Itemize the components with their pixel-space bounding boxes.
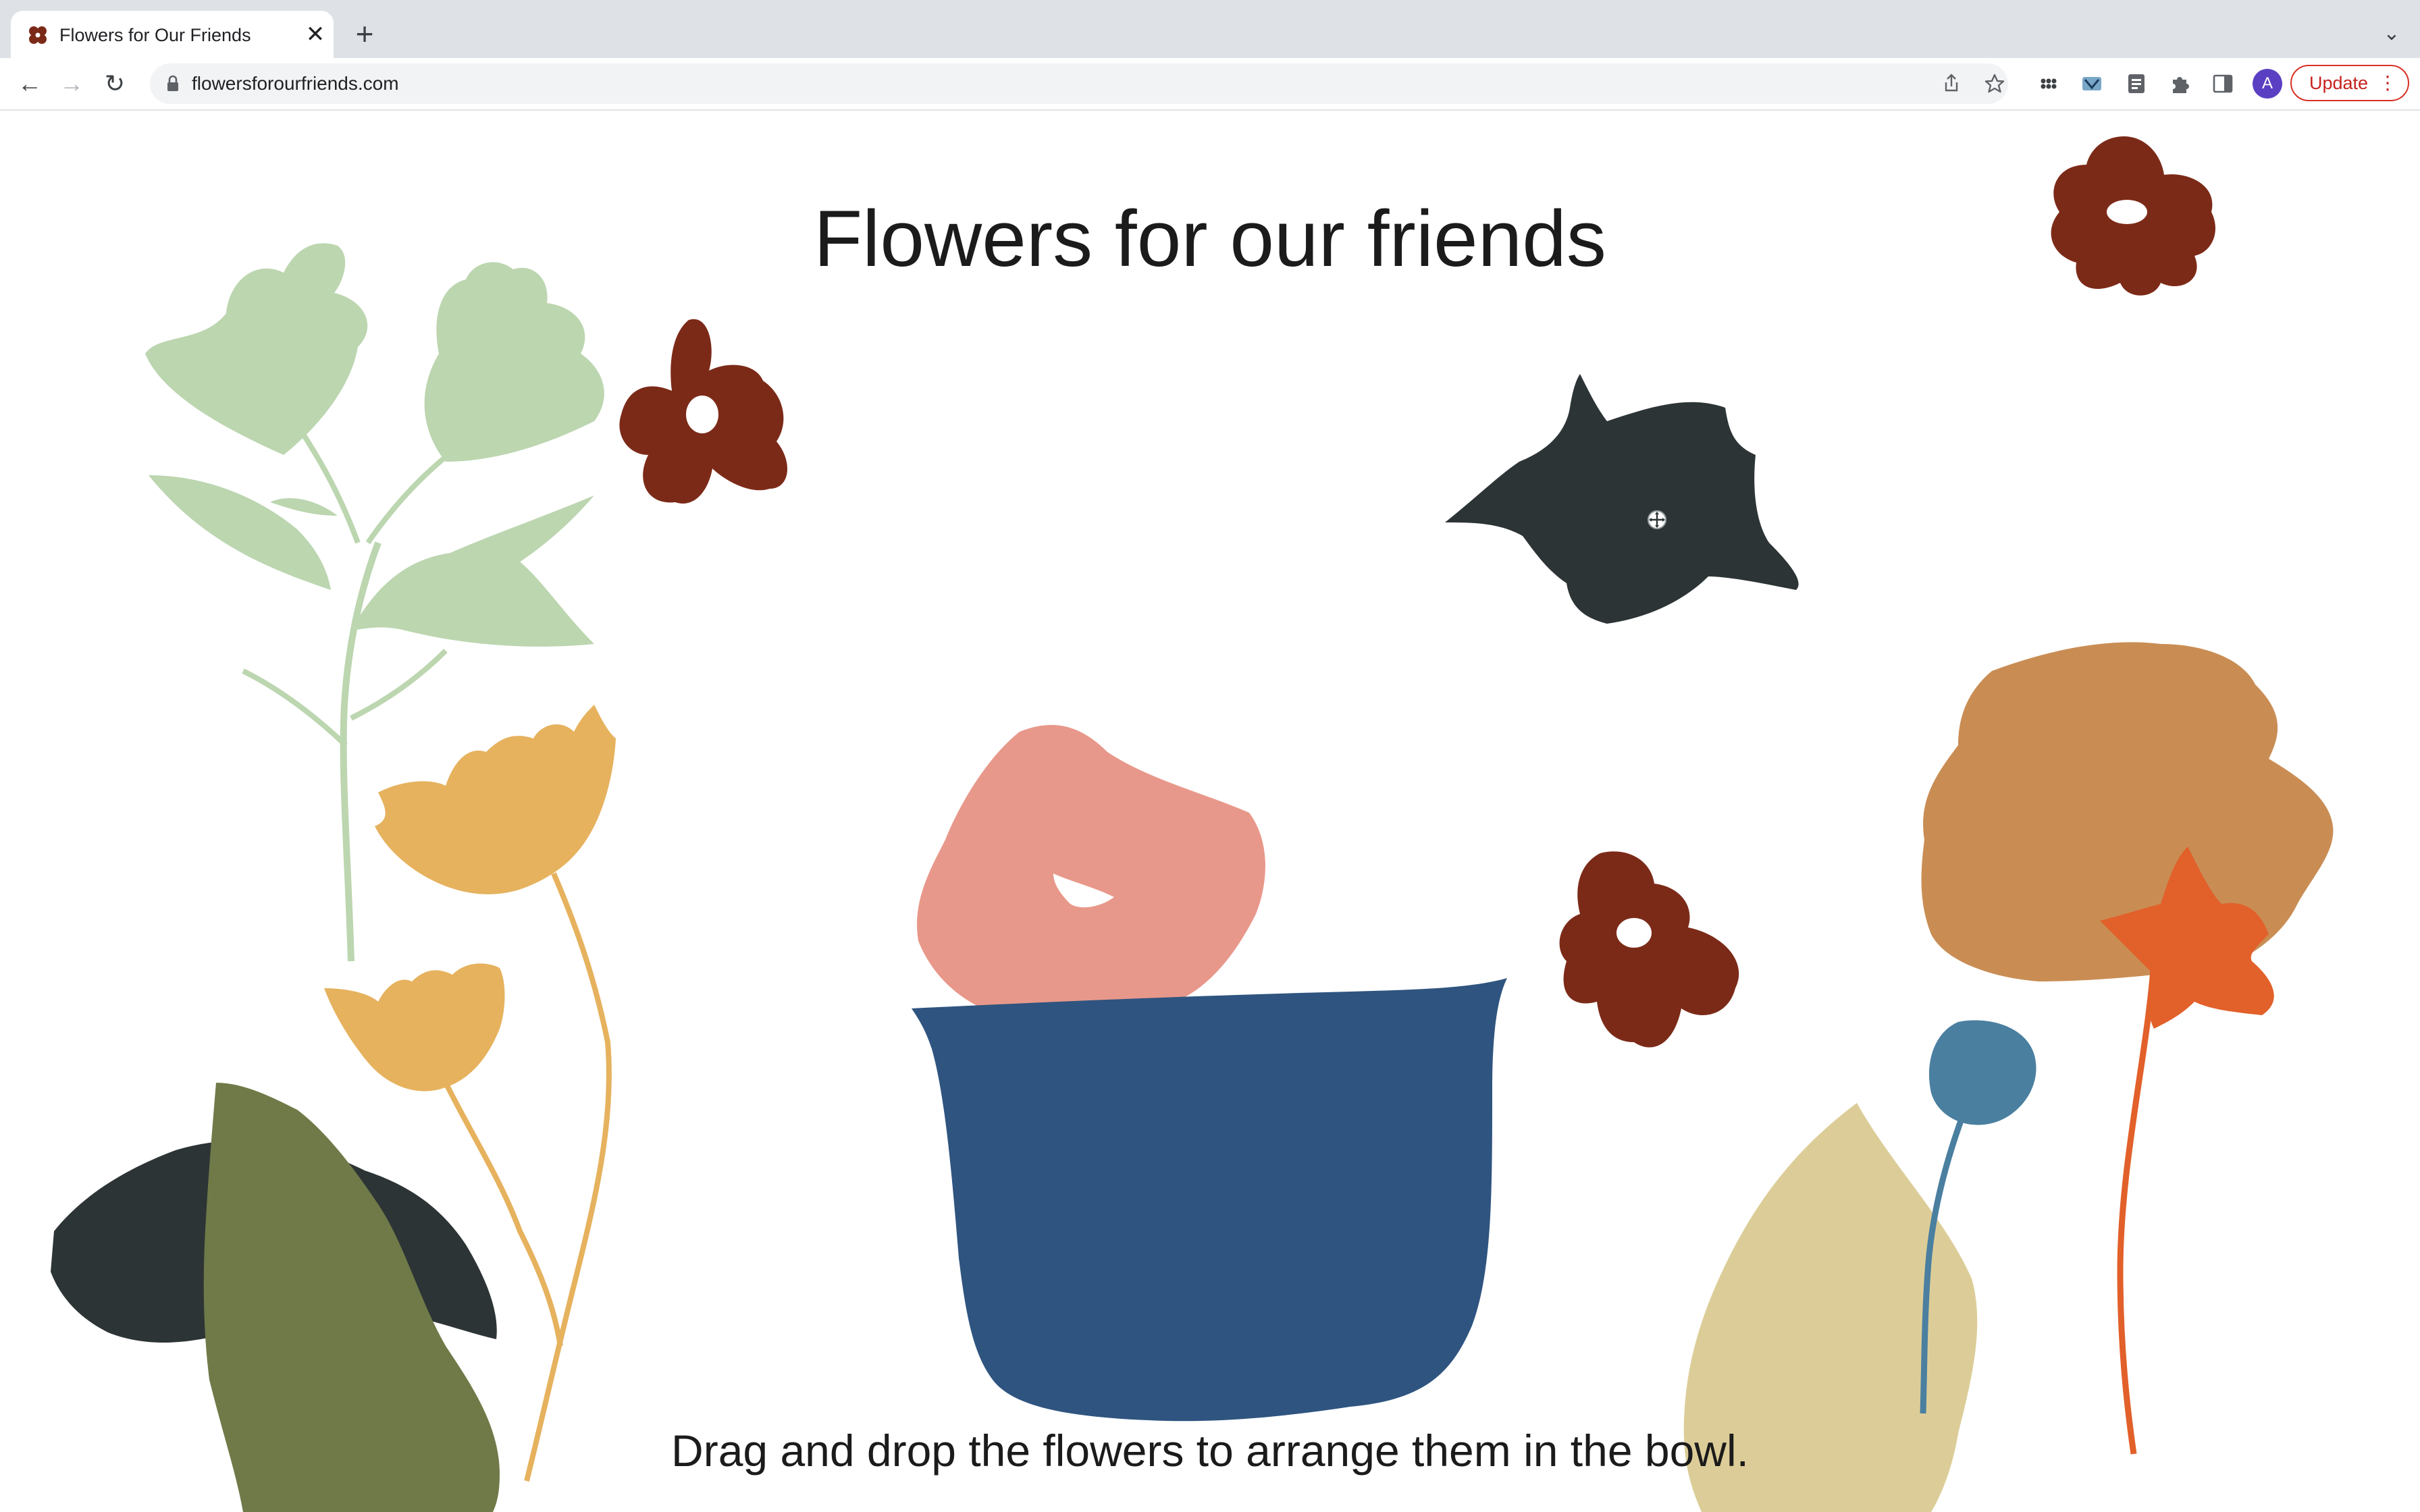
tab-title: Flowers for Our Friends bbox=[59, 25, 251, 45]
new-tab-button[interactable]: + bbox=[350, 18, 379, 49]
tab-search-chevron-icon[interactable]: ⌄ bbox=[2378, 20, 2405, 47]
charcoal-flower-top[interactable] bbox=[1445, 374, 1799, 624]
update-label: Update bbox=[2309, 73, 2369, 93]
flower-arrangement-canvas bbox=[51, 136, 2334, 1512]
peach-flower[interactable] bbox=[917, 725, 1265, 1015]
browser-tab[interactable]: Flowers for Our Friends ✕ bbox=[11, 11, 334, 58]
update-button[interactable]: Update ⋮ bbox=[2290, 65, 2409, 101]
orange-flower[interactable] bbox=[2100, 846, 2274, 1455]
address-bar[interactable]: flowersforourfriends.com bbox=[150, 63, 2008, 104]
extensions-puzzle-icon[interactable] bbox=[2167, 72, 2192, 96]
profile-avatar[interactable]: A bbox=[2253, 69, 2282, 99]
extension-dots-icon[interactable] bbox=[2036, 72, 2061, 96]
close-tab-icon[interactable]: ✕ bbox=[302, 22, 328, 47]
bookmark-star-icon[interactable] bbox=[1982, 72, 2007, 96]
blue-bowl[interactable] bbox=[912, 978, 1507, 1422]
move-cursor-icon bbox=[1648, 510, 1666, 529]
kebab-menu-icon[interactable]: ⋮ bbox=[2378, 66, 2397, 100]
forward-button[interactable]: → bbox=[55, 68, 88, 100]
instruction-text: Drag and drop the flowers to arrange the… bbox=[671, 1426, 1749, 1476]
extension-document-icon[interactable] bbox=[2124, 72, 2149, 96]
tab-strip: Flowers for Our Friends ✕ + ⌄ bbox=[0, 0, 2420, 58]
dark-red-flower-3[interactable] bbox=[1559, 851, 1739, 1048]
page-canvas: Flowers for our friends Drag and drop th… bbox=[0, 111, 2420, 1512]
browser-toolbar: ← → ↻ flowersforourfriends.com A Update … bbox=[0, 58, 2420, 111]
share-icon[interactable] bbox=[1939, 72, 1964, 96]
back-button[interactable]: ← bbox=[14, 68, 46, 100]
lock-icon[interactable] bbox=[163, 74, 182, 93]
extension-flag-icon[interactable] bbox=[2080, 72, 2104, 96]
reload-button[interactable]: ↻ bbox=[99, 68, 131, 100]
page-title: Flowers for our friends bbox=[814, 194, 1606, 284]
flower-favicon-icon bbox=[29, 26, 47, 44]
dark-red-flower-1[interactable] bbox=[619, 319, 788, 504]
url-text[interactable]: flowersforourfriends.com bbox=[192, 72, 399, 95]
side-panel-icon[interactable] bbox=[2211, 72, 2235, 96]
